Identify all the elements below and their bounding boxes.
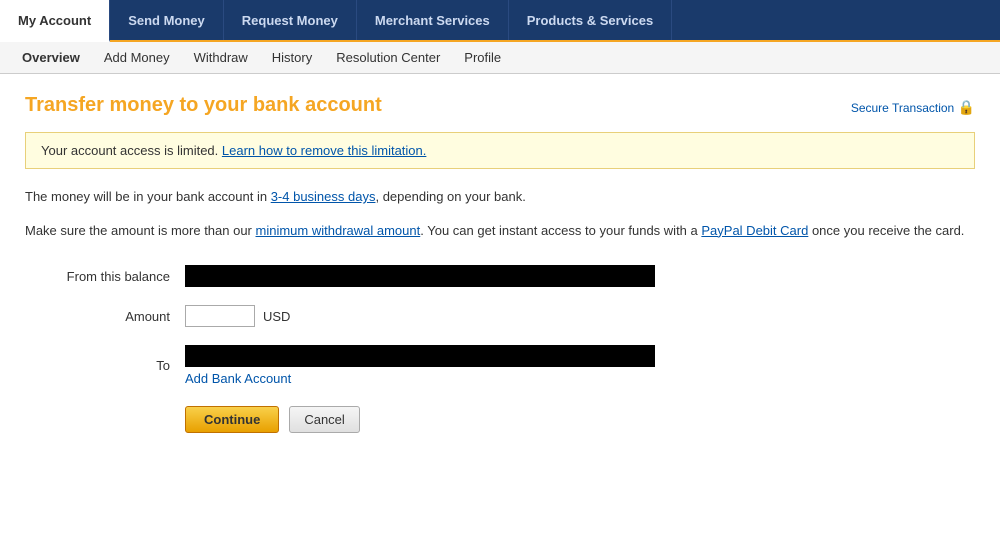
secure-transaction-label: Secure Transaction bbox=[851, 101, 954, 115]
body-text-1-after: , depending on your bank. bbox=[375, 189, 525, 204]
topnav-item-my-account[interactable]: My Account bbox=[0, 0, 110, 42]
from-label: From this balance bbox=[25, 269, 185, 284]
paypal-debit-card-link[interactable]: PayPal Debit Card bbox=[701, 223, 808, 238]
usd-label: USD bbox=[263, 309, 290, 324]
form-row-amount: Amount USD bbox=[25, 305, 975, 327]
secnav-item-add-money[interactable]: Add Money bbox=[92, 42, 182, 73]
add-bank-account-link[interactable]: Add Bank Account bbox=[185, 371, 655, 386]
warning-box: Your account access is limited. Learn ho… bbox=[25, 132, 975, 169]
topnav-item-request-money[interactable]: Request Money bbox=[224, 0, 357, 40]
topnav-item-send-money[interactable]: Send Money bbox=[110, 0, 224, 40]
body-text-2-mid: . You can get instant access to your fun… bbox=[420, 223, 701, 238]
warning-text: Your account access is limited. bbox=[41, 143, 222, 158]
to-account-value bbox=[185, 345, 655, 367]
minimum-withdrawal-link[interactable]: minimum withdrawal amount bbox=[256, 223, 421, 238]
top-nav: My Account Send Money Request Money Merc… bbox=[0, 0, 1000, 42]
form-row-to: To Add Bank Account bbox=[25, 345, 975, 386]
body-text-2-after: once you receive the card. bbox=[808, 223, 964, 238]
title-row: Secure Transaction 🔒 Transfer money to y… bbox=[25, 94, 975, 132]
btn-row: Continue Cancel bbox=[185, 406, 975, 433]
continue-button[interactable]: Continue bbox=[185, 406, 279, 433]
to-control: Add Bank Account bbox=[185, 345, 655, 386]
secnav-item-overview[interactable]: Overview bbox=[10, 42, 92, 73]
lock-icon: 🔒 bbox=[958, 99, 975, 115]
secnav-item-profile[interactable]: Profile bbox=[452, 42, 513, 73]
topnav-item-merchant-services[interactable]: Merchant Services bbox=[357, 0, 509, 40]
secnav-item-resolution-center[interactable]: Resolution Center bbox=[324, 42, 452, 73]
body-text-2: Make sure the amount is more than our mi… bbox=[25, 221, 975, 241]
sec-nav: Overview Add Money Withdraw History Reso… bbox=[0, 42, 1000, 74]
topnav-item-products-services[interactable]: Products & Services bbox=[509, 0, 672, 40]
from-control bbox=[185, 265, 655, 287]
to-label: To bbox=[25, 358, 185, 373]
body-text-2-before: Make sure the amount is more than our bbox=[25, 223, 256, 238]
from-balance-value bbox=[185, 265, 655, 287]
secnav-item-withdraw[interactable]: Withdraw bbox=[182, 42, 260, 73]
amount-input[interactable] bbox=[185, 305, 255, 327]
body-text-1: The money will be in your bank account i… bbox=[25, 187, 975, 207]
form-section: From this balance Amount USD To Add Bank… bbox=[25, 265, 975, 386]
body-text-1-before: The money will be in your bank account i… bbox=[25, 189, 271, 204]
business-days-link[interactable]: 3-4 business days bbox=[271, 189, 376, 204]
amount-control: USD bbox=[185, 305, 290, 327]
form-row-from: From this balance bbox=[25, 265, 975, 287]
secnav-item-history[interactable]: History bbox=[260, 42, 324, 73]
secure-transaction-link[interactable]: Secure Transaction 🔒 bbox=[851, 99, 975, 116]
cancel-button[interactable]: Cancel bbox=[289, 406, 359, 433]
main-content: Secure Transaction 🔒 Transfer money to y… bbox=[0, 74, 1000, 453]
page-title: Transfer money to your bank account bbox=[25, 94, 975, 117]
warning-link[interactable]: Learn how to remove this limitation. bbox=[222, 143, 426, 158]
amount-label: Amount bbox=[25, 309, 185, 324]
